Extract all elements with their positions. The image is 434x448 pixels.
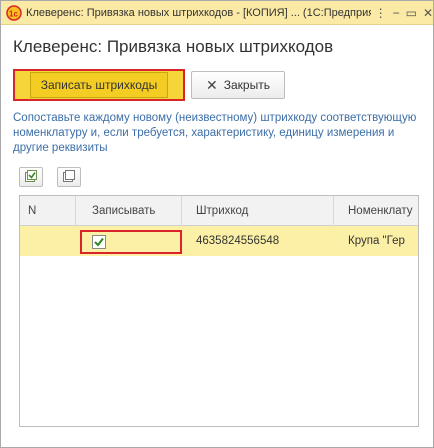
write-checkbox-highlight bbox=[80, 230, 182, 254]
instructions-text: Сопоставьте каждому новому (неизвестному… bbox=[13, 112, 417, 154]
column-header-n[interactable]: N bbox=[20, 196, 76, 226]
column-header-write[interactable]: Записывать bbox=[76, 196, 182, 226]
minimize-icon[interactable]: − bbox=[393, 6, 400, 20]
close-window-icon[interactable]: ✕ bbox=[423, 6, 433, 20]
more-menu-icon[interactable]: ⋮ bbox=[375, 6, 387, 20]
checkmark-icon bbox=[94, 237, 104, 247]
window-title: Клеверенс: Привязка новых штрихкодов - [… bbox=[26, 6, 371, 19]
svg-text:1c: 1c bbox=[9, 9, 18, 18]
page-title: Клеверенс: Привязка новых штрихкодов bbox=[13, 37, 334, 56]
uncheck-all-icon bbox=[62, 169, 76, 186]
save-barcodes-label: Записать штрихкоды bbox=[29, 72, 169, 98]
check-all-icon bbox=[24, 169, 38, 186]
table-header: N Записывать Штрихкод Номенклату bbox=[20, 196, 418, 226]
title-bar: 1c Клеверенс: Привязка новых штрихкодов … bbox=[1, 1, 433, 25]
check-all-button[interactable] bbox=[19, 167, 43, 187]
barcode-cell[interactable]: 4635824556548 bbox=[182, 226, 334, 256]
close-icon: ✕ bbox=[206, 76, 218, 93]
write-cell[interactable] bbox=[76, 226, 182, 256]
write-checkbox[interactable] bbox=[92, 235, 106, 249]
table-row[interactable]: 4635824556548 Крупа "Гер bbox=[20, 226, 418, 256]
row-number bbox=[20, 226, 76, 256]
column-header-nomenclature[interactable]: Номенклату bbox=[334, 196, 418, 226]
save-barcodes-button[interactable]: Записать штрихкоды bbox=[13, 69, 185, 101]
close-button[interactable]: ✕ Закрыть bbox=[191, 71, 285, 99]
nomenclature-cell[interactable]: Крупа "Гер bbox=[334, 226, 418, 256]
window-controls: ⋮ − ▭ ✕ bbox=[375, 6, 433, 20]
1c-app-icon: 1c bbox=[5, 4, 22, 22]
close-button-label: Закрыть bbox=[223, 78, 270, 92]
app-window: 1c Клеверенс: Привязка новых штрихкодов … bbox=[0, 0, 434, 448]
barcodes-table[interactable]: N Записывать Штрихкод Номенклату 4635824… bbox=[19, 195, 419, 427]
column-header-barcode[interactable]: Штрихкод bbox=[182, 196, 334, 226]
maximize-icon[interactable]: ▭ bbox=[406, 6, 417, 20]
uncheck-all-button[interactable] bbox=[57, 167, 81, 187]
